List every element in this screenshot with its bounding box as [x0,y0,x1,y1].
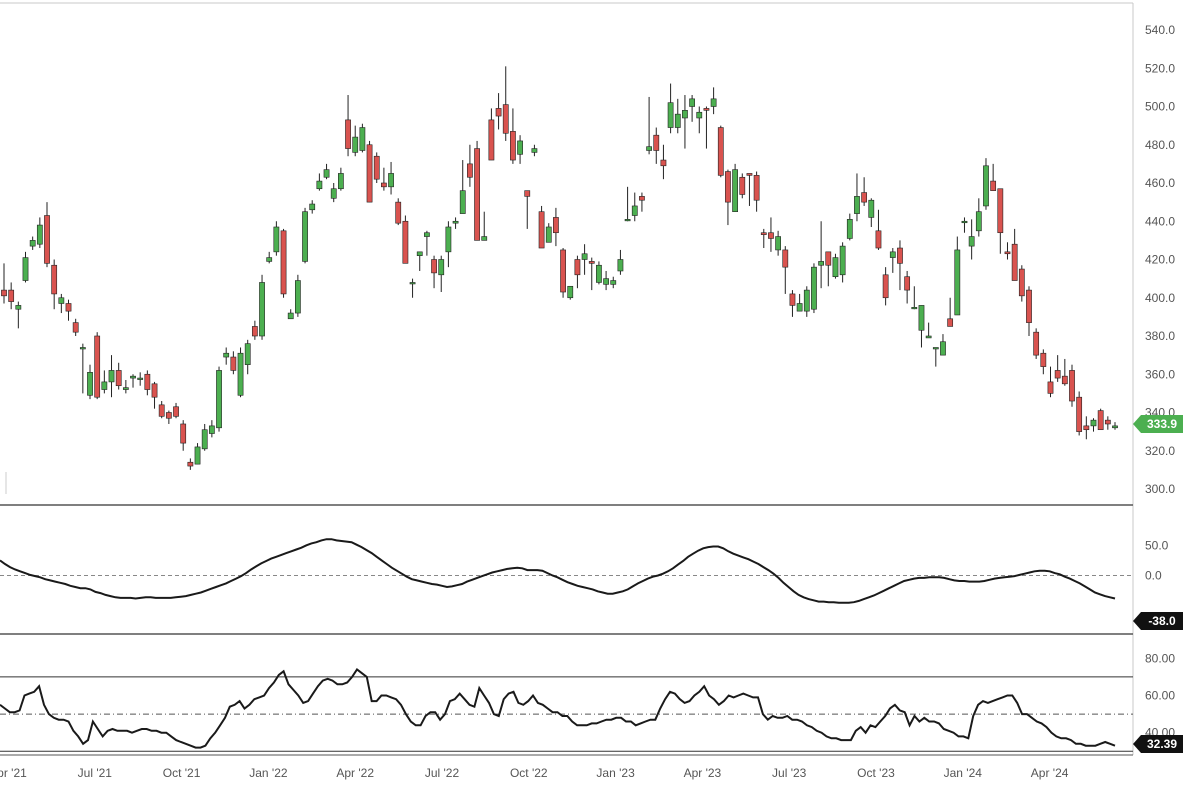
chart-background [0,0,1200,799]
price-tick-label: 380.0 [1145,329,1175,343]
x-axis-label: Apr '22 [336,766,374,780]
price-tick-label: 300.0 [1145,482,1175,496]
oscillator-tick-label: 0.0 [1145,569,1162,583]
price-last-value-text: 333.9 [1147,417,1177,431]
rsi-last-value-text: 32.39 [1147,737,1177,751]
x-axis-label: Oct '22 [510,766,548,780]
price-candle [538,205,545,249]
price-tick-label: 480.0 [1145,138,1175,152]
price-candle [1069,364,1075,407]
price-candle [373,152,380,183]
price-tick-label: 360.0 [1145,367,1175,381]
oscillator-tick-label: 50.0 [1145,538,1169,552]
price-tick-label: 500.0 [1145,100,1175,114]
price-last-value-badge: 333.9 [1133,415,1183,433]
x-axis-label: Apr '24 [1031,766,1069,780]
price-candle [395,198,402,226]
price-candle [732,163,738,212]
rsi-tick-label: 80.00 [1145,651,1175,665]
price-candle [474,140,480,241]
price-candle [1018,265,1025,302]
price-candle [259,274,265,340]
price-candle [832,253,839,279]
x-axis-label: Apr '21 [0,766,27,780]
price-tick-label: 540.0 [1145,23,1175,37]
x-axis-label: Jul '23 [772,766,807,780]
price-candle [739,173,746,199]
price-candle [94,332,101,400]
price-candle [567,285,574,300]
rsi-tick-label: 60.00 [1145,689,1175,703]
rsi-last-value-badge: 32.39 [1133,735,1183,753]
stock-chart: 540.0 520.0 500.0 480.0 460.0 440.0 420.0 400.0… [0,0,1200,799]
oscillator-last-value-badge: -38.0 [1133,612,1183,630]
price-tick-label: 460.0 [1145,176,1175,190]
x-axis-label: Jul '22 [425,766,460,780]
x-axis-label: Jan '22 [249,766,288,780]
x-axis-label: Jul '21 [78,766,113,780]
price-candle [280,228,287,298]
price-candle [983,158,989,210]
price-candle [237,347,244,398]
x-axis-label: Oct '21 [163,766,201,780]
x-axis-label: Oct '23 [857,766,895,780]
price-tick-label: 440.0 [1145,214,1175,228]
price-tick-label: 400.0 [1145,291,1175,305]
price-candle [717,125,724,178]
price-tick-label: 420.0 [1145,253,1175,267]
x-axis-label: Jan '23 [596,766,635,780]
price-tick-label: 520.0 [1145,61,1175,75]
price-candle [1033,328,1040,359]
price-candle [294,274,301,317]
x-axis-label: Apr '23 [684,766,722,780]
oscillator-last-value-text: -38.0 [1148,614,1176,628]
price-candle [216,366,222,432]
price-candle [402,215,409,264]
x-axis-label: Jan '24 [944,766,983,780]
price-candle [359,123,366,153]
price-candle [560,248,566,298]
price-candle [811,263,817,314]
price-candle [302,207,308,264]
price-candle [1097,408,1104,431]
price-candle [366,140,373,203]
price-tick-label: 320.0 [1145,444,1175,458]
price-candle [1076,391,1083,436]
